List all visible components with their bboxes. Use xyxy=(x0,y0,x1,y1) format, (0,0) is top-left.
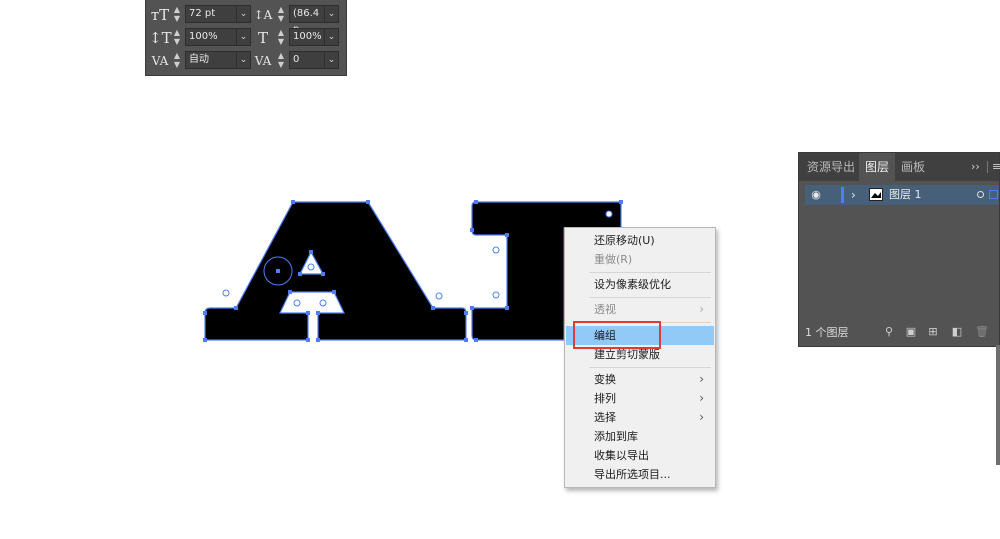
menu-item-transform[interactable]: 变换 › xyxy=(566,370,714,389)
visibility-eye-icon[interactable]: ◉ xyxy=(809,188,823,202)
menu-separator xyxy=(589,297,711,298)
center-point xyxy=(605,210,613,218)
tab-asset-export[interactable]: 资源导出 xyxy=(803,153,859,181)
layers-panel-footer: 1 个图层 ⚲ ▣ ⊞ ◧ 🗑 xyxy=(799,321,999,345)
menu-item-add-to-library[interactable]: 添加到库 xyxy=(566,427,714,446)
menu-item-select[interactable]: 选择 › xyxy=(566,408,714,427)
menu-separator xyxy=(589,322,711,323)
selected-anchor[interactable] xyxy=(276,269,280,273)
make-clipping-mask-icon[interactable]: ▣ xyxy=(905,326,917,338)
collapse-panel-icon[interactable]: ›› xyxy=(971,153,980,181)
panel-tab-bar: 资源导出 图层 画板 ›› ≡ xyxy=(799,153,1000,181)
menu-item-undo-move[interactable]: 还原移动(U) xyxy=(566,231,714,250)
context-menu: 还原移动(U) 重做(R) 设为像素级优化 透视 › 编组 建立剪切蒙版 变换 › … xyxy=(564,227,716,488)
menu-item-collect-for-export[interactable]: 收集以导出 xyxy=(566,446,714,465)
layer-row[interactable]: ◉ › 图层 1 xyxy=(805,185,999,205)
layer-color-bar xyxy=(841,187,844,203)
letter-a-shape[interactable] xyxy=(204,201,467,341)
new-sublayer-icon[interactable]: ⊞ xyxy=(927,326,939,338)
submenu-arrow-icon: › xyxy=(699,302,704,316)
tab-divider xyxy=(987,161,988,173)
new-layer-icon[interactable]: ◧ xyxy=(951,326,963,338)
menu-item-redo: 重做(R) xyxy=(594,253,633,266)
menu-item-group[interactable]: 编组 xyxy=(566,326,714,345)
selection-indicator-icon[interactable] xyxy=(989,190,998,199)
panel-menu-icon[interactable]: ≡ xyxy=(992,153,1000,181)
tab-artboards[interactable]: 画板 xyxy=(895,153,931,181)
menu-separator xyxy=(589,272,711,273)
menu-item-make-clipping-mask[interactable]: 建立剪切蒙版 xyxy=(566,345,714,364)
window-edge xyxy=(996,345,1000,465)
submenu-arrow-icon: › xyxy=(699,410,704,424)
menu-item-pixel-optimize[interactable]: 设为像素级优化 xyxy=(566,275,714,294)
menu-item-perspective: 透视 › xyxy=(566,300,714,319)
expand-chevron-icon[interactable]: › xyxy=(851,185,856,205)
tab-layers[interactable]: 图层 xyxy=(859,153,895,181)
submenu-arrow-icon: › xyxy=(699,391,704,405)
delete-layer-icon: 🗑 xyxy=(975,325,989,338)
layer-count: 1 个图层 xyxy=(805,326,849,339)
layers-panel: 资源导出 图层 画板 ›› ≡ ◉ › 图层 1 1 个图层 ⚲ ▣ ⊞ ◧ 🗑 xyxy=(798,152,1000,347)
layer-name[interactable]: 图层 1 xyxy=(889,185,922,205)
target-circle-icon[interactable] xyxy=(977,191,984,198)
layer-thumbnail xyxy=(869,188,883,201)
menu-item-arrange[interactable]: 排列 › xyxy=(566,389,714,408)
menu-separator xyxy=(589,367,711,368)
submenu-arrow-icon: › xyxy=(699,372,704,386)
locate-object-icon[interactable]: ⚲ xyxy=(883,326,895,338)
menu-item-export-selection[interactable]: 导出所选项目... xyxy=(566,465,714,484)
